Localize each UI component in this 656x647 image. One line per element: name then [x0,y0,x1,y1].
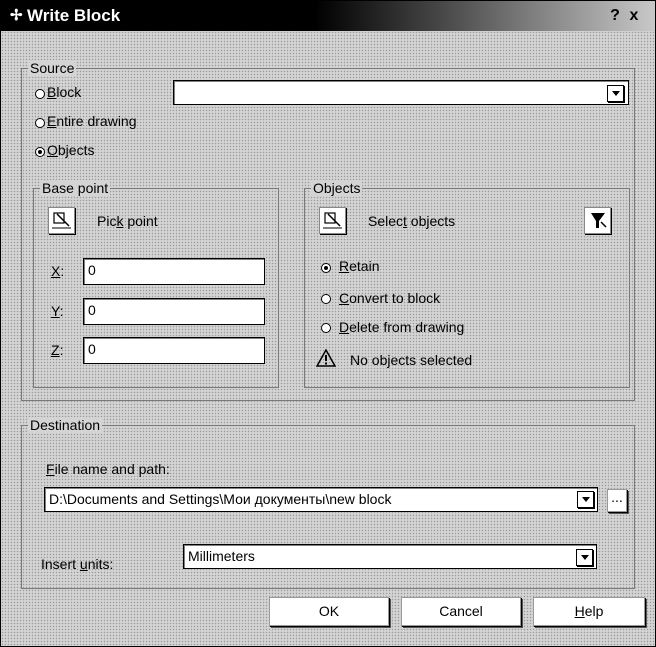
selection-status: No objects selected [350,352,473,368]
convert-to-block-label[interactable]: Convert to block [339,290,440,306]
entire-drawing-label[interactable]: Entire drawing [47,113,137,129]
y-coordinate-input[interactable]: 0 [83,298,265,325]
entire-drawing-radio[interactable] [35,118,45,128]
quick-select-icon [591,213,607,228]
retain-radio[interactable] [321,263,331,273]
file-name-label: File name and path: [46,461,170,477]
x-label: X: [51,263,65,279]
x-coordinate-input[interactable]: 0 [83,258,265,285]
source-legend: Source [28,60,77,76]
retain-label[interactable]: Retain [339,258,379,274]
select-objects-label[interactable]: Select objects [368,213,455,229]
file-path-value: D:\Documents and Settings\Мои документы\… [49,491,392,507]
insert-units-value: Millimeters [188,548,255,564]
block-name-dropdown[interactable] [173,80,629,105]
objects-radio[interactable] [35,147,45,157]
file-path-combobox[interactable]: D:\Documents and Settings\Мои документы\… [44,487,598,512]
destination-legend: Destination [28,417,103,433]
select-objects-icon [323,212,342,229]
block-icon: ✢ [10,7,23,24]
write-block-dialog: ✢ Write Block ? x Source Block Entire dr… [0,0,656,647]
title-bar[interactable]: ✢ Write Block ? x [1,1,655,31]
block-radio-label[interactable]: Block [47,84,81,100]
pick-point-icon [52,212,71,229]
help-button[interactable]: Help [533,597,645,626]
warning-icon [316,349,336,367]
delete-from-drawing-radio[interactable] [321,323,331,333]
block-radio[interactable] [35,89,45,99]
convert-to-block-radio[interactable] [321,294,331,304]
base-point-legend: Base point [40,180,111,196]
objects-legend: Objects [311,180,363,196]
z-label: Z: [51,342,64,358]
x-value: 0 [88,262,96,278]
y-value: 0 [88,302,96,318]
insert-units-label: Insert units: [41,556,114,572]
pick-point-button[interactable] [48,207,75,234]
window-title: Write Block [27,6,121,25]
select-objects-button[interactable] [319,207,346,234]
cancel-button[interactable]: Cancel [401,597,521,626]
z-value: 0 [88,341,96,357]
ok-button[interactable]: OK [269,597,389,626]
pick-point-label[interactable]: Pick point [97,213,158,229]
chevron-down-icon[interactable] [576,549,593,566]
objects-radio-label[interactable]: Objects [47,142,94,158]
delete-from-drawing-label[interactable]: Delete from drawing [339,319,464,335]
quick-select-button[interactable] [584,207,611,234]
chevron-down-icon[interactable] [607,85,624,102]
help-icon[interactable]: ? [607,7,623,25]
y-label: Y: [51,303,64,319]
close-icon[interactable]: x [626,7,642,25]
browse-button[interactable]: ... [607,489,627,512]
z-coordinate-input[interactable]: 0 [83,337,265,364]
insert-units-dropdown[interactable]: Millimeters [183,544,597,569]
chevron-down-icon[interactable] [577,491,594,508]
